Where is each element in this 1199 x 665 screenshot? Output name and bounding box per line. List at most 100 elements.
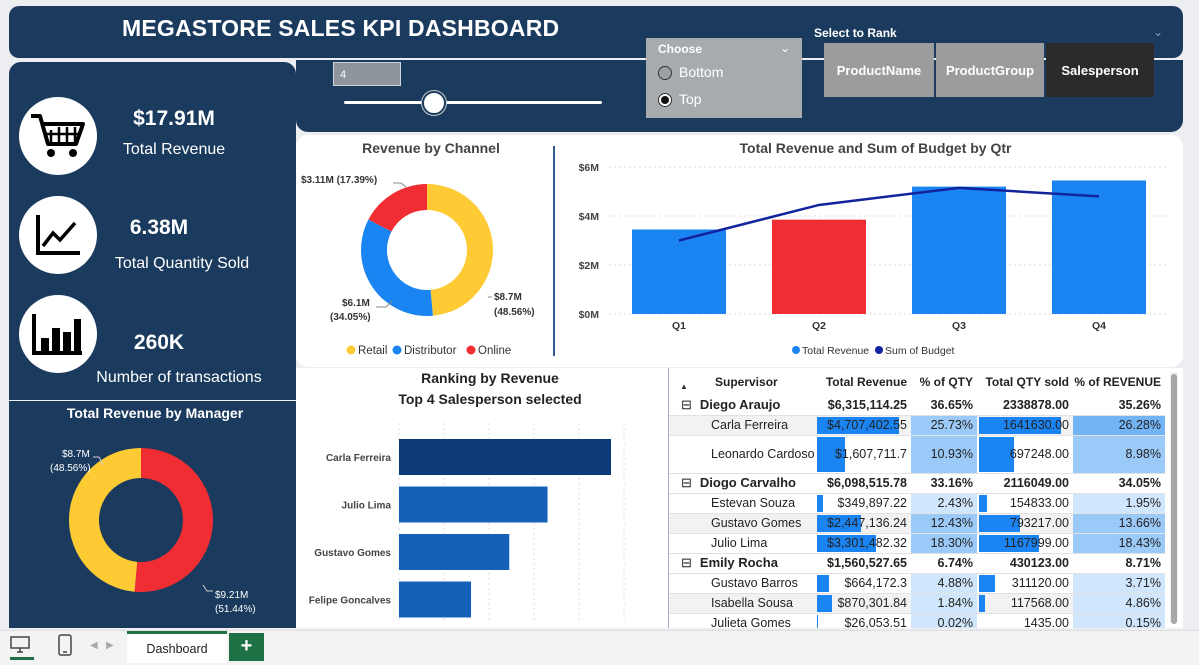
- table-row[interactable]: Isabella Sousa $870,301.84 1.84% 117568.00 4…: [669, 593, 1165, 613]
- table-row[interactable]: Gustavo Gomes $2,447,136.24 12.43% 793217.0…: [669, 513, 1165, 533]
- kpi-transactions-value: 260K: [133, 331, 185, 354]
- table-row[interactable]: Julieta Gomes $26,053.51 0.02% 1435.00 0.15%: [669, 613, 1165, 628]
- table-row[interactable]: Carla Ferreira $4,707,402.55 25.73% 1641630…: [669, 415, 1165, 435]
- line-chart-icon: [19, 196, 97, 274]
- supervisor-name: Diogo Carvalho: [699, 475, 796, 490]
- y-tick-label: $6M: [579, 162, 600, 174]
- data-bar: [979, 574, 996, 592]
- x-tick-label: Q4: [1092, 320, 1106, 332]
- rank-button-salesperson[interactable]: Salesperson: [1046, 43, 1154, 97]
- table-group-row[interactable]: ⊟ Diego Araujo $6,315,114.25 36.65% 2338878.…: [669, 395, 1165, 415]
- supervisor-matrix-card: ▲ Supervisor Total Revenue % of QTY Tota…: [668, 368, 1183, 628]
- legend-dot-total-revenue: [792, 346, 800, 354]
- manager-label-b-pct: (51.44%): [215, 604, 256, 615]
- chevron-down-icon[interactable]: ⌄: [780, 41, 790, 55]
- collapse-icon[interactable]: ⊟: [681, 555, 692, 570]
- chevron-down-icon[interactable]: ⌄: [1153, 25, 1163, 39]
- legend-dot-distributor: [392, 345, 402, 355]
- qtr-combo-chart: $6M $4M $2M $0M Q1 Q2 Q3 Q4 Total Revenue Sum …: [579, 162, 1169, 357]
- radio-bottom-label[interactable]: Bottom: [679, 64, 723, 80]
- revenue-bar-q1[interactable]: [632, 229, 726, 314]
- ranking-by-revenue-card: Ranking by Revenue Top 4 Salesperson sel…: [296, 368, 668, 628]
- slider-track[interactable]: [344, 101, 602, 104]
- revenue-budget-by-qtr-card: Total Revenue and Sum of Budget by Qtr $…: [554, 135, 1183, 367]
- next-page-icon[interactable]: ▶: [106, 640, 114, 651]
- qty-value: 311120.00: [1011, 576, 1069, 590]
- table-row[interactable]: Julio Lima $3,301,482.32 18.30% 1167999.00 1…: [669, 533, 1165, 553]
- table-row[interactable]: Estevan Souza $349,897.22 2.43% 154833.00 1.…: [669, 493, 1165, 513]
- pct-qty-value: 36.65%: [930, 397, 973, 412]
- revenue-value: $1,607,711.7: [834, 447, 907, 461]
- revenue-bar-q3[interactable]: [912, 186, 1006, 314]
- donut-slice-manager-b[interactable]: [134, 448, 214, 592]
- choose-label: Choose: [658, 42, 703, 56]
- rank-button-productgroup[interactable]: ProductGroup: [936, 43, 1044, 97]
- revenue-value: $349,897.22: [837, 496, 907, 510]
- ranking-category-label: Carla Ferreira: [326, 453, 391, 464]
- ranking-bar[interactable]: [399, 581, 472, 618]
- pct-qty-value: 12.43%: [930, 516, 973, 530]
- tab-dashboard[interactable]: Dashboard: [127, 631, 227, 663]
- desktop-view-icon[interactable]: [10, 636, 30, 659]
- legend-dot-online: [466, 345, 476, 355]
- column-header-total-revenue[interactable]: Total Revenue: [815, 368, 911, 395]
- radio-bottom[interactable]: [658, 66, 672, 80]
- slider-value-input[interactable]: 4: [333, 62, 401, 86]
- column-header-supervisor[interactable]: Supervisor: [669, 368, 815, 395]
- revenue-bar-q4[interactable]: [1052, 180, 1146, 314]
- x-tick-label: Q2: [812, 320, 826, 332]
- ranking-bar[interactable]: [399, 439, 611, 475]
- channel-label-retail-value: $8.7M: [494, 292, 522, 303]
- revenue-value: $4,707,402.55: [827, 418, 907, 432]
- manager-label-a-pct: (48.56%): [50, 463, 91, 474]
- choose-slicer: Choose ⌄ Bottom Top: [646, 38, 802, 118]
- pct-revenue-value: 8.71%: [1125, 556, 1161, 570]
- legend-dot-retail: [346, 345, 356, 355]
- collapse-icon[interactable]: ⊟: [681, 397, 692, 412]
- revenue-value: $870,301.84: [837, 596, 907, 610]
- pct-revenue-value: 3.71%: [1125, 576, 1161, 590]
- qty-value: 793217.00: [1009, 516, 1069, 530]
- prev-page-icon[interactable]: ◀: [90, 640, 98, 651]
- donut-slice-distributor[interactable]: [361, 219, 433, 316]
- ranking-category-label: Gustavo Gomes: [314, 548, 391, 559]
- radio-top-label[interactable]: Top: [679, 91, 702, 107]
- column-header-pct-revenue[interactable]: % of REVENUE: [1073, 368, 1165, 395]
- supervisor-name: Estevan Souza: [711, 496, 796, 510]
- column-header-total-qty[interactable]: Total QTY sold: [977, 368, 1073, 395]
- revenue-bar-q2[interactable]: [772, 219, 866, 314]
- donut-slice-retail[interactable]: [427, 184, 493, 316]
- kpi-total-revenue-label: Total Revenue: [122, 141, 226, 158]
- channel-donut-chart: $3.11M (17.39%) $8.7M (48.56%) $6.1M (34…: [301, 175, 535, 357]
- ranking-bar[interactable]: [399, 486, 548, 523]
- table-scrollbar[interactable]: [1170, 372, 1178, 624]
- ranking-bar[interactable]: [399, 534, 510, 570]
- supervisor-name: Julio Lima: [711, 536, 768, 550]
- table-row[interactable]: Gustavo Barros $664,172.3 4.88% 311120.00 3.…: [669, 573, 1165, 593]
- qty-value: 1435.00: [1023, 616, 1069, 628]
- kpi-quantity-label: Total Quantity Sold: [114, 255, 250, 272]
- kpi-total-revenue-value: $17.91M: [133, 107, 215, 130]
- supervisor-name: Diego Araujo: [699, 396, 781, 412]
- supervisor-name: Carla Ferreira: [711, 418, 789, 432]
- qty-value: 697248.00: [1009, 447, 1069, 461]
- table-row[interactable]: Leonardo Cardoso $1,607,711.7 10.93% 697248…: [669, 435, 1165, 473]
- pct-qty-value: 33.16%: [930, 476, 973, 490]
- page-title: MEGASTORE SALES KPI DASHBOARD: [122, 15, 560, 41]
- revenue-value: $26,053.51: [844, 616, 907, 628]
- table-group-row[interactable]: ⊟ Diogo Carvalho $6,098,515.78 33.16% 211604…: [669, 473, 1165, 493]
- revenue-by-channel-card: Revenue by Channel $3.11M (17.39%) $8.7M…: [296, 135, 554, 367]
- scrollbar-thumb[interactable]: [1171, 374, 1177, 624]
- mobile-view-icon[interactable]: [58, 634, 72, 661]
- pct-revenue-value: 1.95%: [1125, 496, 1161, 510]
- pct-qty-value: 6.74%: [937, 556, 973, 570]
- collapse-icon[interactable]: ⊟: [681, 475, 692, 490]
- kpi-panel: $17.91M Total Revenue 6.38M Total Quanti…: [9, 62, 296, 400]
- column-header-pct-qty[interactable]: % of QTY: [911, 368, 977, 395]
- table-group-row[interactable]: ⊟ Emily Rocha $1,560,527.65 6.74% 430123.00 8…: [669, 553, 1165, 573]
- legend-label-online: Online: [478, 345, 511, 357]
- rank-button-productname[interactable]: ProductName: [824, 43, 934, 97]
- pct-qty-value: 25.73%: [930, 418, 973, 432]
- radio-top[interactable]: [658, 93, 672, 107]
- add-page-button[interactable]: +: [229, 633, 264, 661]
